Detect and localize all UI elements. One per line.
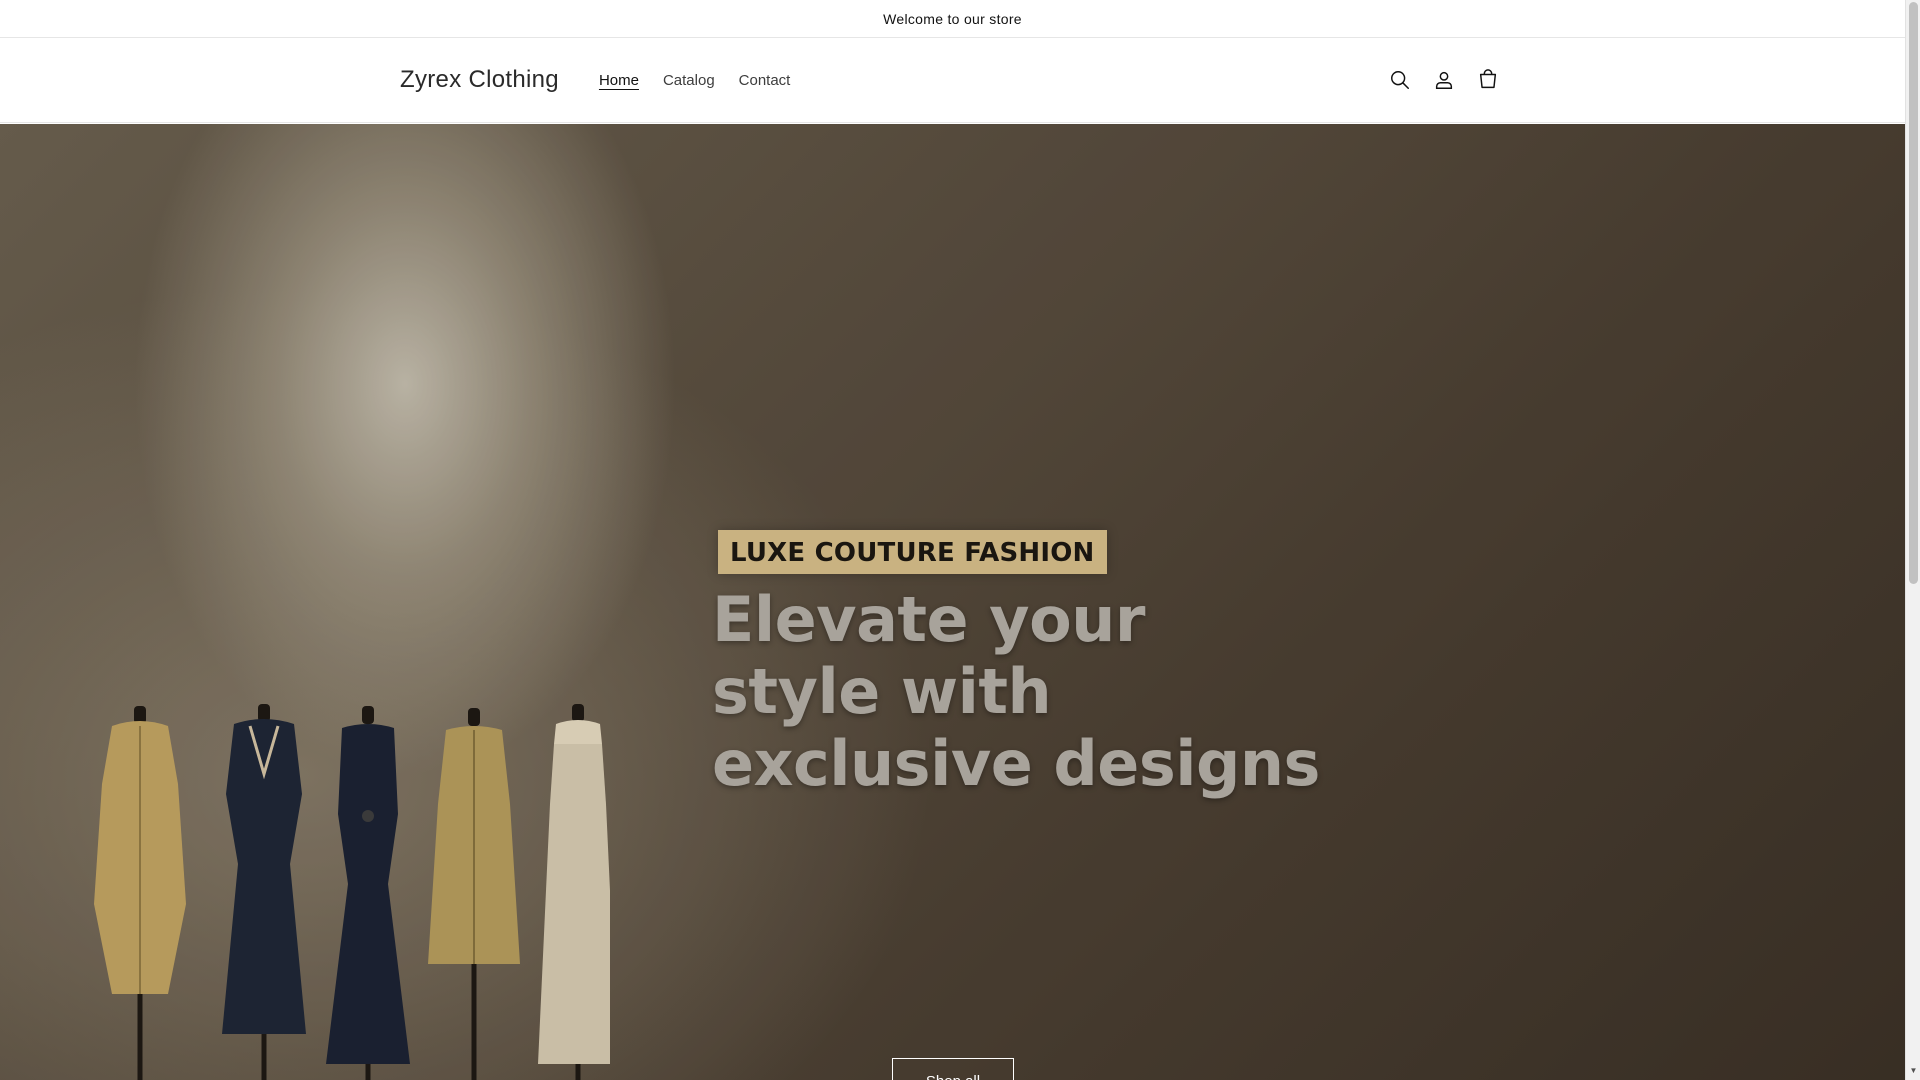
store-logo[interactable]: Zyrex Clothing xyxy=(400,66,559,94)
announcement-bar: Welcome to our store xyxy=(0,0,1905,38)
scroll-down-icon[interactable]: ▼ xyxy=(1909,1066,1918,1076)
nav-contact[interactable]: Contact xyxy=(727,64,803,97)
mannequin-gold-coat xyxy=(94,706,186,1080)
mannequin-navy-gown xyxy=(326,706,410,1080)
page-scrollbar[interactable]: ▼ xyxy=(1905,0,1920,1080)
site-header: Zyrex Clothing Home Catalog Contact xyxy=(0,38,1905,123)
scrollbar-thumb[interactable] xyxy=(1909,2,1918,584)
search-icon[interactable] xyxy=(1383,63,1417,97)
hero-headline: Elevate your style with exclusive design… xyxy=(712,583,1320,800)
mannequin-gold-jacket xyxy=(428,708,520,1080)
header-icons xyxy=(1383,63,1505,97)
shop-all-button[interactable]: Shop all xyxy=(892,1058,1014,1080)
main-nav: Home Catalog Contact xyxy=(587,64,802,97)
mannequins-image xyxy=(94,704,610,1080)
hero-tag: LUXE COUTURE FASHION xyxy=(718,530,1107,574)
mannequin-navy-dress xyxy=(222,704,306,1080)
hero-banner: LUXE COUTURE FASHION Elevate your style … xyxy=(0,124,1905,1080)
nav-home[interactable]: Home xyxy=(587,64,651,97)
cart-icon[interactable] xyxy=(1471,63,1505,97)
nav-catalog[interactable]: Catalog xyxy=(651,64,727,97)
page: Welcome to our store Zyrex Clothing Home… xyxy=(0,0,1905,1080)
account-icon[interactable] xyxy=(1427,63,1461,97)
mannequin-cream-dress xyxy=(538,704,610,1080)
announcement-text: Welcome to our store xyxy=(883,10,1022,27)
